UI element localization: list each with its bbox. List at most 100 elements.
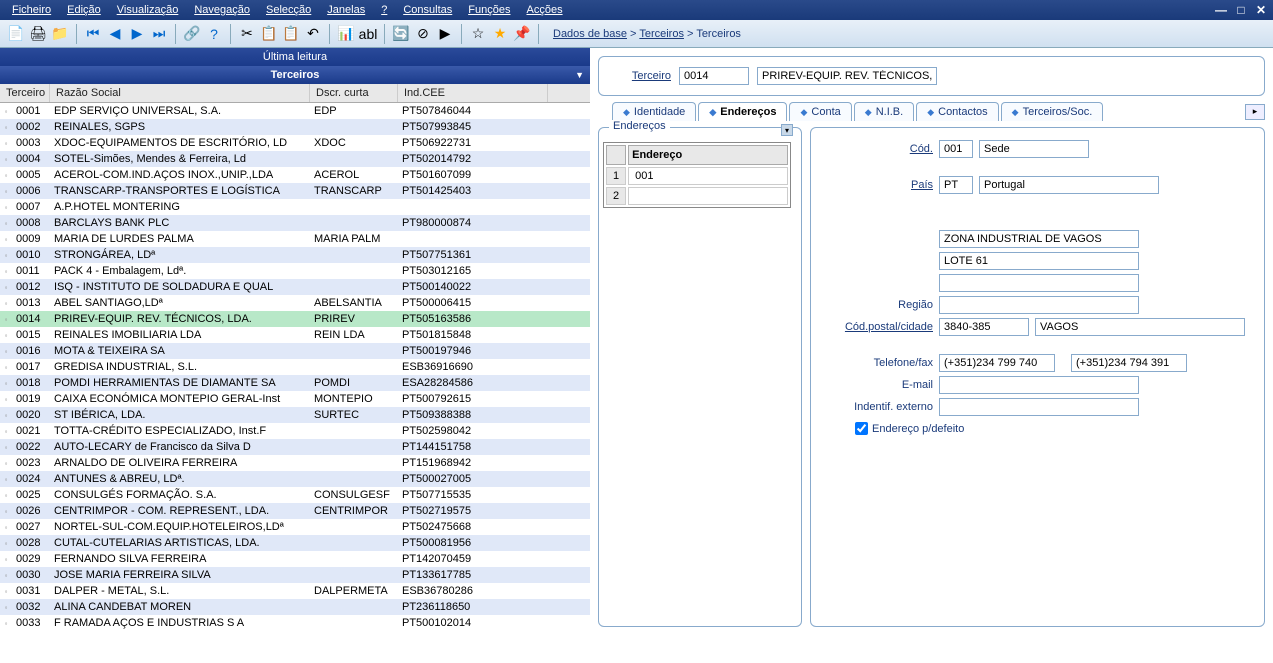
star-outline-icon[interactable]: ☆ <box>468 24 488 44</box>
table-row[interactable]: ◦ 0003 XDOC-EQUIPAMENTOS DE ESCRITÓRIO, … <box>0 135 590 151</box>
list-icon[interactable]: 📊 <box>336 24 356 44</box>
table-row[interactable]: ◦ 0009 MARIA DE LURDES PALMA MARIA PALM <box>0 231 590 247</box>
table-row[interactable]: ◦ 0027 NORTEL-SUL-COM.EQUIP.HOTELEIROS,L… <box>0 519 590 535</box>
addr1-input[interactable] <box>939 230 1139 248</box>
table-row[interactable]: ◦ 0016 MOTA & TEIXEIRA SA PT500197946 <box>0 343 590 359</box>
first-icon[interactable]: ⏮ <box>83 24 103 44</box>
table-row[interactable]: ◦ 0031 DALPER - METAL, S.L. DALPERMETA E… <box>0 583 590 599</box>
pin-icon[interactable]: 📌 <box>512 24 532 44</box>
table-row[interactable]: ◦ 0025 CONSULGÉS FORMAÇÃO. S.A. CONSULGE… <box>0 487 590 503</box>
print-icon[interactable]: 🖨 <box>28 24 48 44</box>
breadcrumb-link-1[interactable]: Dados de base <box>553 28 627 40</box>
grid-body[interactable]: ◦ 0001 EDP SERVIÇO UNIVERSAL, S.A. EDP P… <box>0 103 590 663</box>
tab-knob-icon[interactable]: ▾ <box>781 124 793 136</box>
addr2-input[interactable] <box>939 252 1139 270</box>
ultima-leitura-header[interactable]: Última leitura <box>0 48 590 66</box>
menu-funções[interactable]: Funções <box>460 2 518 18</box>
email-input[interactable] <box>939 376 1139 394</box>
table-row[interactable]: ◦ 0014 PRIREV-EQUIP. REV. TÉCNICOS, LDA.… <box>0 311 590 327</box>
menu-janelas[interactable]: Janelas <box>319 2 373 18</box>
cut-icon[interactable]: ✂ <box>237 24 257 44</box>
go-icon[interactable]: ▶ <box>435 24 455 44</box>
menu-consultas[interactable]: Consultas <box>395 2 460 18</box>
stop-icon[interactable]: ⊘ <box>413 24 433 44</box>
terceiro-code-input[interactable] <box>679 67 749 85</box>
addr-col-header[interactable]: Endereço <box>628 145 788 165</box>
terceiros-header[interactable]: Terceiros ▼ <box>0 66 590 84</box>
folder-icon[interactable]: 📁 <box>50 24 70 44</box>
tab-contactos[interactable]: ◆Contactos <box>916 102 998 121</box>
addr3-input[interactable] <box>939 274 1139 292</box>
next-icon[interactable]: ▶ <box>127 24 147 44</box>
menu-acções[interactable]: Acções <box>518 2 570 18</box>
table-row[interactable]: ◦ 0022 AUTO-LECARY de Francisco da Silva… <box>0 439 590 455</box>
table-row[interactable]: ◦ 0021 TOTTA-CRÉDITO ESPECIALIZADO, Inst… <box>0 423 590 439</box>
table-row[interactable]: ◦ 0018 POMDI HERRAMIENTAS DE DIAMANTE SA… <box>0 375 590 391</box>
maximize-button[interactable]: □ <box>1233 3 1249 17</box>
terceiro-label[interactable]: Terceiro <box>615 70 671 82</box>
terceiro-name-input[interactable] <box>757 67 937 85</box>
table-row[interactable]: ◦ 0028 CUTAL-CUTELARIAS ARTISTICAS, LDA.… <box>0 535 590 551</box>
col-terceiro[interactable]: Terceiro <box>0 84 50 102</box>
fax-input[interactable] <box>1071 354 1187 372</box>
pais-input[interactable] <box>939 176 973 194</box>
table-row[interactable]: ◦ 0023 ARNALDO DE OLIVEIRA FERREIRA PT15… <box>0 455 590 471</box>
star-icon[interactable]: ★ <box>490 24 510 44</box>
table-row[interactable]: ◦ 0017 GREDISA INDUSTRIAL, S.L. ESB36916… <box>0 359 590 375</box>
table-row[interactable]: ◦ 0030 JOSE MARIA FERREIRA SILVA PT13361… <box>0 567 590 583</box>
cidade-input[interactable] <box>1035 318 1245 336</box>
link-icon[interactable]: 🔗 <box>182 24 202 44</box>
undo-icon[interactable]: ↶ <box>303 24 323 44</box>
tab-conta[interactable]: ◆Conta <box>789 102 851 121</box>
table-row[interactable]: ◦ 0002 REINALES, SGPS PT507993845 <box>0 119 590 135</box>
cod-desc-input[interactable] <box>979 140 1089 158</box>
pais-desc-input[interactable] <box>979 176 1159 194</box>
col-dscr[interactable]: Dscr. curta <box>310 84 398 102</box>
menu-edição[interactable]: Edição <box>59 2 109 18</box>
table-row[interactable]: ◦ 0019 CAIXA ECONÓMICA MONTEPIO GERAL-In… <box>0 391 590 407</box>
breadcrumb-link-2[interactable]: Terceiros <box>639 28 684 40</box>
pais-label[interactable]: País <box>827 179 933 191</box>
table-row[interactable]: ◦ 0005 ACEROL-COM.IND.AÇOS INOX.,UNIP.,L… <box>0 167 590 183</box>
regiao-input[interactable] <box>939 296 1139 314</box>
table-row[interactable]: ◦ 0024 ANTUNES & ABREU, LDª. PT500027005 <box>0 471 590 487</box>
table-row[interactable]: ◦ 0006 TRANSCARP-TRANSPORTES E LOGÍSTICA… <box>0 183 590 199</box>
table-row[interactable]: ◦ 0008 BARCLAYS BANK PLC PT980000874 <box>0 215 590 231</box>
tab-terceirossoc[interactable]: ◆Terceiros/Soc. <box>1001 102 1104 121</box>
tab-endereos[interactable]: ◆Endereços <box>698 102 787 121</box>
col-razao[interactable]: Razão Social <box>50 84 310 102</box>
table-row[interactable]: ◦ 0013 ABEL SANTIAGO,LDª ABELSANTIA PT50… <box>0 295 590 311</box>
table-row[interactable]: ◦ 0007 A.P.HOTEL MONTERING <box>0 199 590 215</box>
table-row[interactable]: ◦ 0026 CENTRIMPOR - COM. REPRESENT., LDA… <box>0 503 590 519</box>
addr-row[interactable]: 1001 <box>606 167 788 185</box>
address-table[interactable]: Endereço 1001 2 <box>603 142 791 208</box>
table-row[interactable]: ◦ 0015 REINALES IMOBILIARIA LDA REIN LDA… <box>0 327 590 343</box>
cod-input[interactable] <box>939 140 973 158</box>
dropdown-icon[interactable]: ▼ <box>575 70 584 80</box>
refresh-icon[interactable]: 🔄 <box>391 24 411 44</box>
last-icon[interactable]: ⏭ <box>149 24 169 44</box>
menu-ficheiro[interactable]: Ficheiro <box>4 2 59 18</box>
table-row[interactable]: ◦ 0001 EDP SERVIÇO UNIVERSAL, S.A. EDP P… <box>0 103 590 119</box>
page-indicator[interactable]: ▸ <box>1245 104 1265 120</box>
table-row[interactable]: ◦ 0011 PACK 4 - Embalagem, Ldª. PT503012… <box>0 263 590 279</box>
menu-visualização[interactable]: Visualização <box>109 2 187 18</box>
copy-icon[interactable]: 📋 <box>259 24 279 44</box>
table-row[interactable]: ◦ 0020 ST IBÉRICA, LDA. SURTEC PT5093883… <box>0 407 590 423</box>
minimize-button[interactable]: — <box>1213 3 1229 17</box>
cod-label[interactable]: Cód. <box>827 143 933 155</box>
table-row[interactable]: ◦ 0010 STRONGÁREA, LDª PT507751361 <box>0 247 590 263</box>
addr-row[interactable]: 2 <box>606 187 788 205</box>
close-button[interactable]: ✕ <box>1253 3 1269 17</box>
table-row[interactable]: ◦ 0033 F RAMADA AÇOS E INDUSTRIAS S A PT… <box>0 615 590 631</box>
table-row[interactable]: ◦ 0004 SOTEL-Simões, Mendes & Ferreira, … <box>0 151 590 167</box>
col-cee[interactable]: Ind.CEE <box>398 84 548 102</box>
table-row[interactable]: ◦ 0032 ALINA CANDEBAT MOREN PT236118650 <box>0 599 590 615</box>
menu-navegação[interactable]: Navegação <box>186 2 258 18</box>
ident-input[interactable] <box>939 398 1139 416</box>
text-icon[interactable]: abl <box>358 24 378 44</box>
paste-icon[interactable]: 📋 <box>281 24 301 44</box>
new-icon[interactable]: 📄 <box>6 24 26 44</box>
menu-selecção[interactable]: Selecção <box>258 2 319 18</box>
cp-input[interactable] <box>939 318 1029 336</box>
